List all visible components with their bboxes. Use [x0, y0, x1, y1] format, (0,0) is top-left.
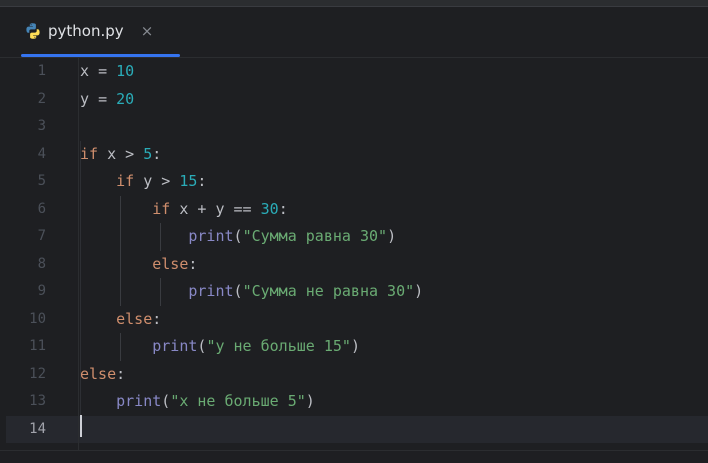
code-token: y >	[134, 172, 180, 190]
code-token: )	[414, 282, 424, 300]
code-line: print("x не больше 5")	[80, 388, 315, 416]
line-number: 13	[29, 393, 46, 409]
code-token: x + y ==	[170, 199, 261, 218]
editor-tab-bar: python.py ×	[0, 7, 708, 58]
line-number: 9	[37, 283, 46, 299]
code-line: x = 10	[80, 58, 134, 86]
code-token: )	[387, 227, 397, 245]
code-line: print("y не больше 15")	[80, 333, 360, 361]
code-line: else:	[80, 306, 161, 334]
code-token: :	[152, 144, 162, 163]
line-number: 10	[29, 310, 46, 327]
code-token: x >	[98, 144, 144, 163]
code-token: if	[152, 199, 171, 218]
code-line: print("Сумма не равна 30")	[80, 278, 423, 306]
text-cursor	[80, 415, 82, 437]
code-token: )	[350, 337, 360, 355]
line-number: 14	[29, 420, 46, 437]
code-line: print("Сумма равна 30")	[80, 223, 396, 251]
code-line: else:	[80, 251, 197, 279]
code-token: print	[116, 392, 162, 410]
tab-python-py[interactable]: python.py ×	[14, 7, 180, 57]
code-token: print	[152, 337, 198, 355]
code-token: :	[116, 364, 126, 383]
code-token: :	[188, 254, 198, 273]
tab-title: python.py	[48, 22, 124, 40]
code-token: "Сумма равна 30"	[242, 227, 388, 245]
code-token: )	[305, 392, 315, 410]
code-token: 10	[116, 62, 135, 80]
line-number: 2	[37, 90, 46, 107]
line-number: 1	[37, 63, 46, 79]
close-icon[interactable]: ×	[139, 20, 155, 42]
code-token: print	[188, 282, 234, 300]
code-token: =	[98, 62, 108, 80]
code-token: "Сумма не равна 30"	[242, 282, 415, 300]
bottom-strip	[0, 450, 708, 463]
line-number: 4	[37, 145, 46, 162]
code-token: =	[98, 89, 108, 108]
code-line: if x + y == 30:	[80, 196, 288, 224]
code-token: 5	[143, 144, 153, 163]
code-token: (	[161, 392, 171, 410]
code-token: "y не больше 15"	[206, 337, 351, 355]
code-token: else	[152, 254, 189, 273]
active-tab-indicator	[21, 54, 180, 57]
code-token: :	[152, 309, 162, 328]
code-token: (	[233, 282, 243, 300]
code-token: y	[80, 89, 99, 108]
line-number: 8	[37, 255, 46, 272]
code-line: else:	[80, 361, 125, 389]
line-number: 11	[29, 338, 46, 354]
current-line-highlight	[6, 415, 708, 443]
code-token: 15	[179, 172, 198, 190]
code-token: else	[80, 364, 117, 383]
code-token: :	[278, 199, 288, 218]
code-token: (	[233, 227, 243, 245]
code-editor[interactable]: 1 2 3 4 5 6 7 8 9 10 11 12 13 14 x = 10 y = 20 if x > 5…	[0, 58, 708, 450]
line-number: 5	[37, 173, 46, 189]
code-token: "x не больше 5"	[170, 392, 306, 410]
code-line: if y > 15:	[80, 168, 206, 196]
code-token: 30	[260, 199, 279, 218]
line-number: 12	[29, 365, 46, 382]
code-token: else	[116, 309, 153, 328]
line-number-gutter: 1 2 3 4 5 6 7 8 9 10 11 12 13 14	[0, 58, 62, 450]
code-token: x	[80, 62, 99, 80]
code-line: if x > 5:	[80, 141, 161, 169]
code-token: print	[188, 227, 234, 245]
line-number: 6	[37, 200, 46, 217]
code-line: y = 20	[80, 86, 134, 114]
gutter-separator	[78, 58, 79, 450]
code-token: 20	[116, 89, 135, 108]
line-number: 7	[37, 228, 46, 244]
python-file-icon	[24, 22, 42, 40]
window-top-strip	[0, 0, 708, 7]
line-number: 3	[37, 118, 46, 134]
code-token: if	[116, 172, 135, 190]
code-token: if	[80, 144, 99, 163]
code-token: :	[197, 172, 207, 190]
